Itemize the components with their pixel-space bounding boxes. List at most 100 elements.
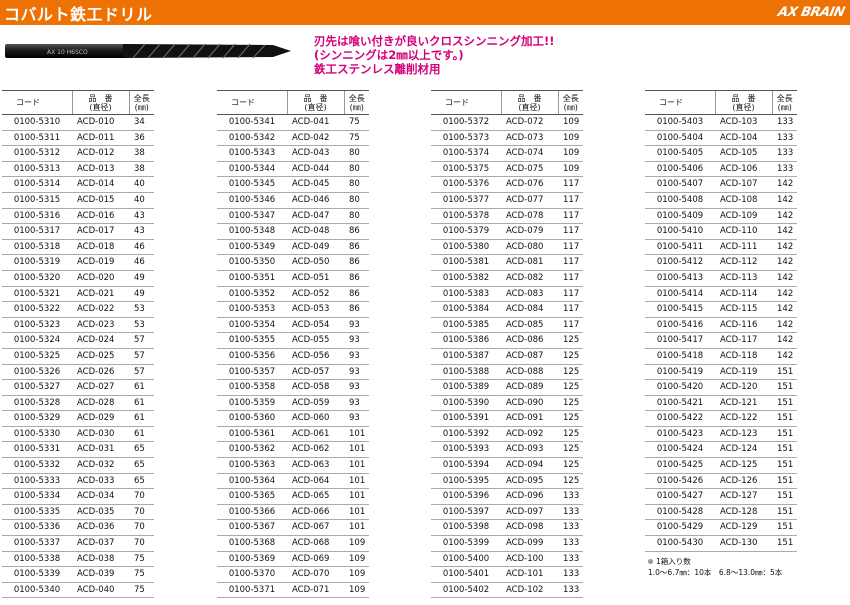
cell-part-number: ACD-117 <box>715 332 772 349</box>
table-row: 0100-5363 ACD-063 101 <box>217 457 369 474</box>
table-row: 0100-5405 ACD-105 133 <box>645 145 797 162</box>
cell-length: 125 <box>558 364 583 381</box>
cell-code: 0100-5406 <box>645 161 715 178</box>
cell-length: 151 <box>772 426 797 443</box>
cell-part-number: ACD-093 <box>501 441 558 459</box>
cell-length: 101 <box>344 426 369 443</box>
cell-length: 70 <box>129 535 154 552</box>
col-header-code: コード <box>431 90 501 115</box>
cell-code: 0100-5363 <box>217 457 287 474</box>
table-row: 0100-5408 ACD-108 142 <box>645 192 797 209</box>
cell-part-number: ACD-110 <box>715 223 772 240</box>
cell-code: 0100-5367 <box>217 519 287 537</box>
cell-length: 117 <box>558 317 583 334</box>
cell-code: 0100-5320 <box>2 270 72 287</box>
spec-table-2: コード品 番 (直径) 全長 (㎜) 0100-5341 ACD-041 75 0100-53… <box>217 90 369 599</box>
unit-label: (㎜) <box>134 102 149 112</box>
cell-part-number: ACD-042 <box>287 130 344 147</box>
cell-code: 0100-5334 <box>2 488 72 505</box>
cell-length: 70 <box>129 504 154 521</box>
cell-length: 142 <box>772 301 797 318</box>
cell-length: 93 <box>344 395 369 412</box>
cell-length: 133 <box>558 504 583 521</box>
cell-length: 151 <box>772 473 797 490</box>
table-row: 0100-5396 ACD-096 133 <box>431 488 583 505</box>
cell-part-number: ACD-104 <box>715 130 772 147</box>
cell-code: 0100-5376 <box>431 176 501 193</box>
length-label: 全長 <box>562 93 579 103</box>
cell-part-number: ACD-062 <box>287 441 344 459</box>
cell-length: 142 <box>772 254 797 271</box>
cell-length: 142 <box>772 176 797 193</box>
table-row: 0100-5348 ACD-048 86 <box>217 223 369 240</box>
cell-part-number: ACD-057 <box>287 364 344 381</box>
cell-code: 0100-5390 <box>431 395 501 412</box>
cell-part-number: ACD-041 <box>287 114 344 131</box>
cell-part-number: ACD-049 <box>287 239 344 256</box>
cell-code: 0100-5427 <box>645 488 715 505</box>
cell-part-number: ACD-029 <box>72 410 129 427</box>
col-header-length: 全長 (㎜) <box>557 90 583 115</box>
cell-code: 0100-5365 <box>217 488 287 505</box>
cell-code: 0100-5348 <box>217 223 287 240</box>
cell-part-number: ACD-083 <box>501 286 558 303</box>
cell-length: 125 <box>558 332 583 349</box>
cell-part-number: ACD-105 <box>715 145 772 162</box>
table-row: 0100-5378 ACD-078 117 <box>431 208 583 225</box>
cell-part-number: ACD-116 <box>715 317 772 334</box>
cell-code: 0100-5373 <box>431 130 501 147</box>
part-number-label: 品 番 <box>731 93 756 103</box>
drill-marking: AX 10 H6SCO <box>47 49 88 56</box>
table-row: 0100-5354 ACD-054 93 <box>217 317 369 334</box>
cell-part-number: ACD-114 <box>715 286 772 303</box>
cell-length: 151 <box>772 379 797 396</box>
cell-length: 65 <box>129 457 154 474</box>
cell-code: 0100-5368 <box>217 535 287 552</box>
cell-part-number: ACD-094 <box>501 457 558 474</box>
cell-part-number: ACD-045 <box>287 176 344 193</box>
cell-part-number: ACD-020 <box>72 270 129 287</box>
cell-length: 151 <box>772 488 797 505</box>
cell-code: 0100-5411 <box>645 239 715 256</box>
cell-part-number: ACD-070 <box>287 566 344 583</box>
cell-code: 0100-5416 <box>645 317 715 334</box>
table-row: 0100-5339 ACD-039 75 <box>2 566 154 583</box>
cell-length: 38 <box>129 161 154 178</box>
cell-length: 133 <box>558 566 583 583</box>
table-row: 0100-5383 ACD-083 117 <box>431 286 583 303</box>
cell-length: 109 <box>558 145 583 162</box>
cell-code: 0100-5404 <box>645 130 715 147</box>
table-row: 0100-5342 ACD-042 75 <box>217 130 369 147</box>
cell-part-number: ACD-038 <box>72 551 129 568</box>
cell-part-number: ACD-053 <box>287 301 344 318</box>
cell-part-number: ACD-112 <box>715 254 772 271</box>
cell-code: 0100-5422 <box>645 410 715 427</box>
cell-length: 86 <box>344 239 369 256</box>
cell-code: 0100-5333 <box>2 473 72 490</box>
cell-part-number: ACD-071 <box>287 582 344 599</box>
cell-part-number: ACD-061 <box>287 426 344 443</box>
cell-part-number: ACD-067 <box>287 519 344 537</box>
table-row: 0100-5364 ACD-064 101 <box>217 473 369 490</box>
cell-length: 80 <box>344 208 369 225</box>
cell-length: 101 <box>344 441 369 459</box>
cell-length: 142 <box>772 348 797 365</box>
table-row: 0100-5404 ACD-104 133 <box>645 130 797 147</box>
cell-code: 0100-5371 <box>217 582 287 599</box>
table-row: 0100-5391 ACD-091 125 <box>431 410 583 427</box>
table-row: 0100-5322 ACD-022 53 <box>2 301 154 318</box>
cell-length: 75 <box>129 582 154 599</box>
cell-code: 0100-5420 <box>645 379 715 396</box>
table-row: 0100-5424 ACD-124 151 <box>645 441 797 459</box>
header-row: コード品 番 (直径) 全長 (㎜) <box>2 90 154 115</box>
cell-part-number: ACD-035 <box>72 504 129 521</box>
table-row: 0100-5416 ACD-116 142 <box>645 317 797 334</box>
cell-code: 0100-5424 <box>645 441 715 459</box>
cell-length: 133 <box>558 551 583 568</box>
cell-length: 142 <box>772 192 797 209</box>
table-row: 0100-5387 ACD-087 125 <box>431 348 583 365</box>
table-row: 0100-5320 ACD-020 49 <box>2 270 154 287</box>
cell-part-number: ACD-087 <box>501 348 558 365</box>
table-row: 0100-5422 ACD-122 151 <box>645 410 797 427</box>
cell-code: 0100-5313 <box>2 161 72 178</box>
